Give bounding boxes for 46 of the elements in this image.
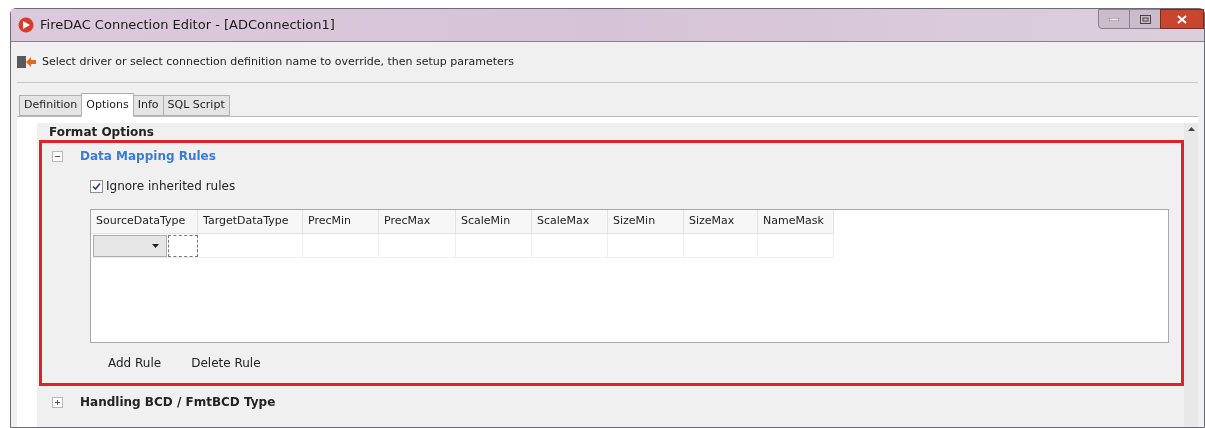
checkbox-label: Ignore inherited rules <box>106 178 236 195</box>
plus-icon <box>54 398 61 406</box>
type-dropdown[interactable] <box>93 235 167 257</box>
column-header[interactable]: SourceDataType <box>91 210 198 234</box>
column-header[interactable]: PrecMax <box>379 210 456 234</box>
column-header[interactable]: TargetDataType <box>198 210 303 234</box>
column-header[interactable]: PrecMin <box>303 210 379 234</box>
checkbox[interactable] <box>90 179 103 193</box>
minimize-icon <box>1109 17 1119 21</box>
grid-cell[interactable] <box>303 234 379 258</box>
expand-button[interactable] <box>52 396 63 408</box>
tab[interactable]: Definition <box>19 95 83 116</box>
column-header[interactable]: ScaleMax <box>532 210 608 234</box>
group-title: Data Mapping Rules <box>80 148 216 165</box>
tab[interactable]: Options <box>81 93 134 117</box>
grid-cell[interactable] <box>758 234 834 258</box>
maximize-button[interactable] <box>1130 9 1160 29</box>
column-header[interactable]: SizeMax <box>684 210 758 234</box>
app-logo-icon <box>18 17 34 33</box>
window-title: FireDAC Connection Editor - [ADConnection1] <box>40 16 335 35</box>
scroll-up-icon <box>1187 127 1195 131</box>
grid-cell[interactable] <box>684 234 758 258</box>
grid-cell[interactable] <box>198 234 303 258</box>
scrollbar[interactable] <box>1184 123 1198 427</box>
grid-cell[interactable] <box>379 234 456 258</box>
group-title: Handling BCD / FmtBCD Type <box>80 394 276 411</box>
close-button[interactable] <box>1160 9 1204 29</box>
grid-cell[interactable] <box>608 234 684 258</box>
column-header[interactable]: NameMask <box>758 210 834 234</box>
grid-cell[interactable] <box>91 234 198 258</box>
dropdown-arrow-icon <box>152 244 159 248</box>
cell-editor-field[interactable] <box>168 235 198 257</box>
grid-cell[interactable] <box>532 234 608 258</box>
rule-button[interactable]: Add Rule <box>106 354 164 372</box>
column-header[interactable]: ScaleMin <box>456 210 532 234</box>
maximize-icon <box>1139 14 1151 24</box>
tab[interactable]: SQL Script <box>162 95 230 116</box>
grid-cell[interactable] <box>456 234 532 258</box>
column-header[interactable]: SizeMin <box>608 210 684 234</box>
collapse-button[interactable] <box>52 150 63 162</box>
header-text: Select driver or select connection definition name to override, then setup parameters <box>42 53 515 70</box>
tab[interactable]: Info <box>132 95 164 116</box>
close-icon <box>1177 14 1187 24</box>
connection-icon <box>17 54 37 70</box>
category-title: Format Options <box>48 124 155 140</box>
rule-button[interactable]: Delete Rule <box>189 354 263 372</box>
